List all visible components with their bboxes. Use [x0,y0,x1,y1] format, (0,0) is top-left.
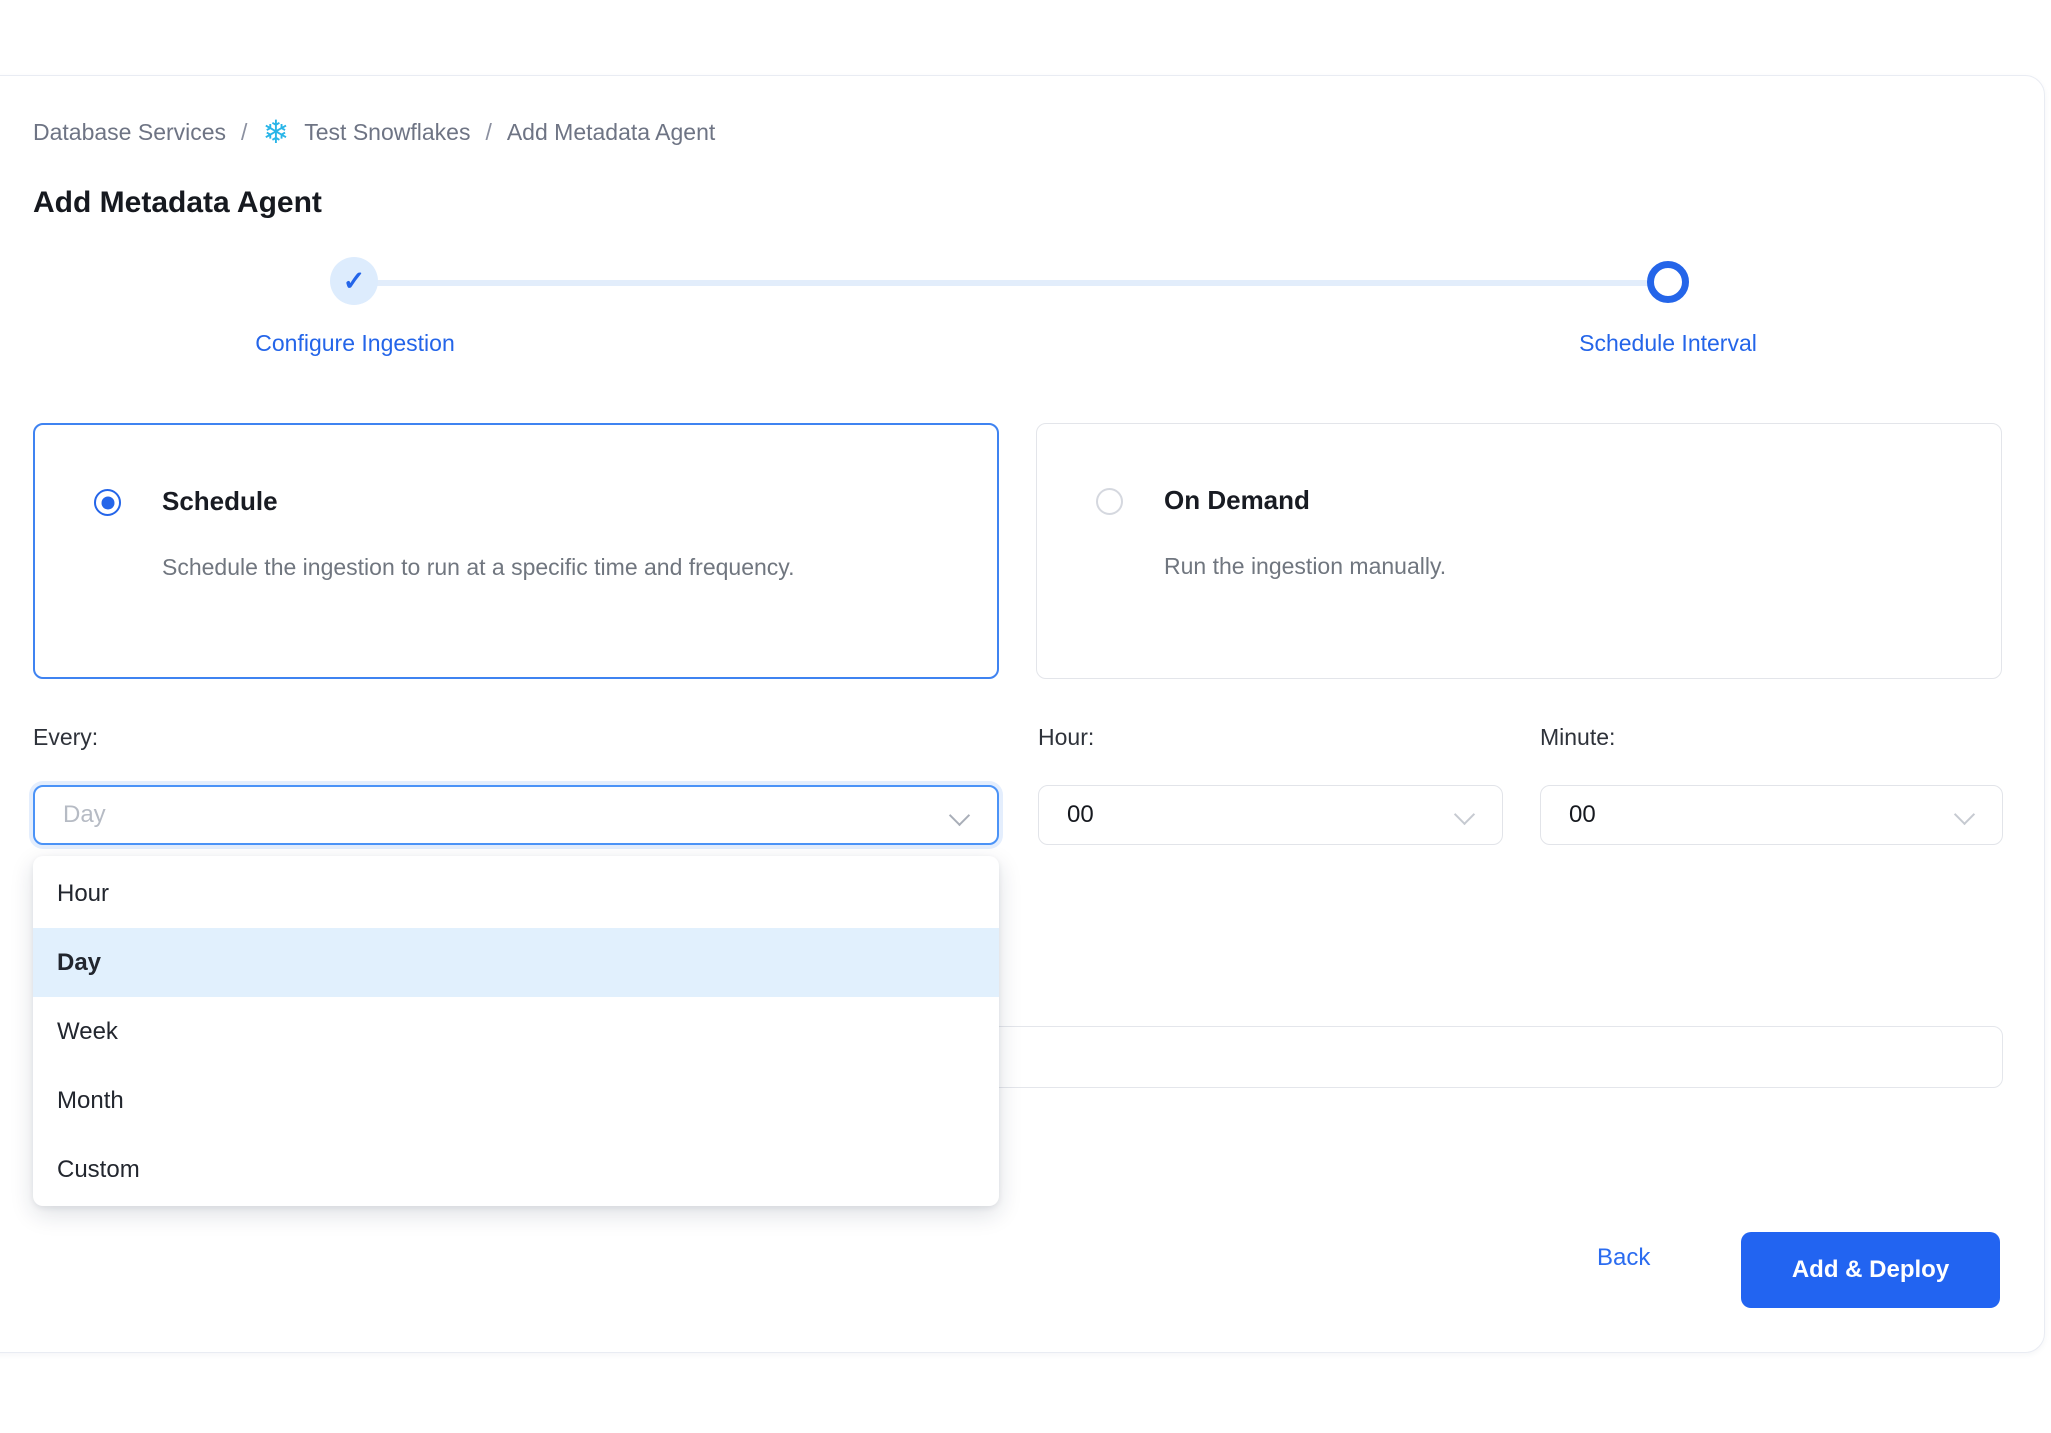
hour-select-value: 00 [1067,801,1094,829]
dropdown-option-week[interactable]: Week [33,997,999,1066]
step-configure-ingestion-label: Configure Ingestion [205,330,505,357]
dropdown-option-day[interactable]: Day [33,928,999,997]
every-dropdown: Hour Day Week Month Custom [33,856,999,1206]
schedule-option-description: Schedule the ingestion to run at a speci… [162,545,922,590]
snowflake-icon: ❄ [262,116,289,148]
schedule-option-card[interactable]: Schedule Schedule the ingestion to run a… [33,423,999,679]
ondemand-option-description: Run the ingestion manually. [1164,544,1924,589]
ondemand-option-title: On Demand [1164,485,1310,516]
back-button[interactable]: Back [1597,1244,1650,1272]
every-label: Every: [33,724,98,751]
minute-label: Minute: [1540,724,1615,751]
dropdown-option-custom[interactable]: Custom [33,1135,999,1204]
step-schedule-interval-label: Schedule Interval [1518,330,1818,357]
hour-select[interactable]: 00 [1038,785,1503,845]
chevron-down-icon [949,805,970,826]
dropdown-option-month[interactable]: Month [33,1066,999,1135]
check-icon: ✓ [343,266,366,297]
hour-label: Hour: [1038,724,1094,751]
breadcrumb-item-add-metadata-agent: Add Metadata Agent [507,119,715,146]
breadcrumb-item-test-snowflakes[interactable]: Test Snowflakes [304,119,470,146]
chevron-down-icon [1454,804,1475,825]
step-configure-ingestion-indicator: ✓ [330,257,378,305]
dropdown-option-hour[interactable]: Hour [33,859,999,928]
page-title: Add Metadata Agent [33,186,322,220]
step-schedule-interval-indicator [1647,261,1689,303]
minute-select[interactable]: 00 [1540,785,2003,845]
ondemand-radio[interactable] [1096,488,1123,515]
breadcrumb-separator: / [241,119,247,146]
ondemand-option-card[interactable]: On Demand Run the ingestion manually. [1036,423,2002,679]
add-deploy-button[interactable]: Add & Deploy [1741,1232,2000,1308]
minute-select-value: 00 [1569,801,1596,829]
schedule-option-title: Schedule [162,486,278,517]
every-select[interactable]: Day [33,785,999,845]
schedule-radio[interactable] [94,489,121,516]
chevron-down-icon [1954,804,1975,825]
breadcrumb: Database Services / ❄ Test Snowflakes / … [33,116,715,148]
breadcrumb-item-database-services[interactable]: Database Services [33,119,226,146]
breadcrumb-separator: / [485,119,491,146]
add-metadata-agent-page: Database Services / ❄ Test Snowflakes / … [0,0,2051,1433]
every-select-value: Day [63,801,106,829]
stepper-connector-line [355,280,1669,286]
